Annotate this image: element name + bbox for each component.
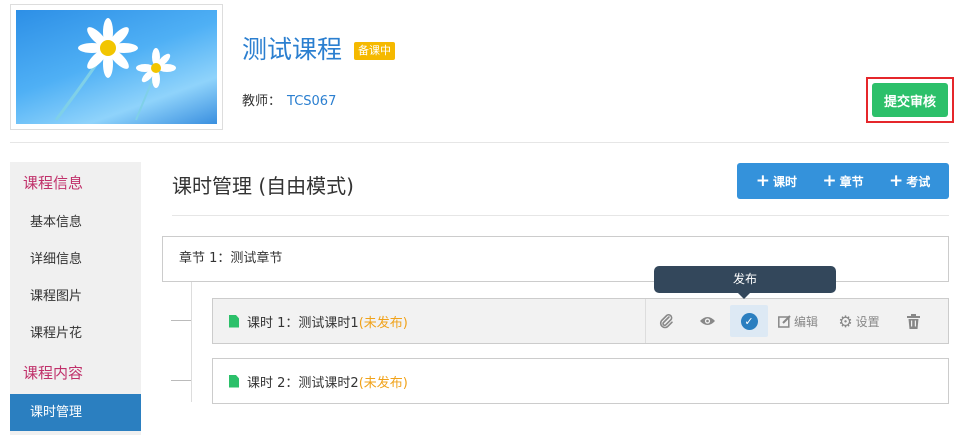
add-toolbar: + 课时 + 章节 + 考试 — [737, 163, 949, 199]
lesson-label: 课时 2： — [247, 375, 299, 391]
lesson-row[interactable]: 课时 2： 测试课时2 (未发布) — [212, 358, 949, 404]
settings-button[interactable]: ⚙ 设置 — [826, 299, 892, 343]
edit-icon — [778, 314, 791, 328]
publish-tooltip: 发布 — [654, 266, 836, 299]
sidebar-item-course-image[interactable]: 课程图片 — [10, 278, 141, 315]
plus-icon: + — [755, 170, 770, 191]
main-divider — [172, 215, 949, 216]
trash-icon — [906, 313, 920, 329]
delete-button[interactable] — [892, 299, 934, 343]
check-circle-icon: ✓ — [740, 312, 758, 330]
edit-label: 编辑 — [793, 314, 818, 329]
lesson-name: 测试课时2 — [298, 375, 359, 391]
sidebar-item-lesson-management[interactable]: 课时管理 — [10, 394, 141, 431]
edit-button[interactable]: 编辑 — [770, 299, 826, 343]
sidebar-group-course-info: 课程信息 — [23, 174, 84, 192]
submit-review-highlight: 提交审核 — [866, 77, 954, 123]
document-icon — [229, 374, 239, 388]
plus-icon: + — [822, 170, 837, 191]
lesson-status: (未发布) — [358, 375, 408, 391]
course-cover-image — [10, 4, 223, 130]
add-exam-label: 考试 — [906, 174, 931, 189]
teacher-name-link[interactable]: TCS067 — [287, 94, 336, 109]
chapter-label: 章节 1： — [179, 251, 231, 266]
lesson-row[interactable]: 课时 1： 测试课时1 (未发布) ✓ 编辑 ⚙ 设置 — [212, 298, 949, 344]
gear-icon: ⚙ — [838, 311, 853, 331]
page-title: 课时管理 (自由模式) — [172, 174, 354, 198]
preview-button[interactable] — [686, 299, 728, 343]
sidebar-item-detail-info[interactable]: 详细信息 — [10, 241, 141, 278]
tree-branch — [171, 320, 191, 321]
add-lesson-label: 课时 — [772, 174, 797, 189]
teacher-info: 教师： TCS067 — [242, 90, 336, 109]
add-chapter-button[interactable]: + 章节 — [822, 170, 864, 191]
lesson-actions: ✓ 编辑 ⚙ 设置 — [645, 299, 934, 343]
settings-label: 设置 — [855, 314, 880, 329]
publish-button[interactable]: ✓ — [728, 299, 770, 343]
tree-branch — [171, 380, 191, 381]
tree-connector — [191, 282, 192, 402]
sidebar-item-course-trailer[interactable]: 课程片花 — [10, 315, 141, 352]
status-badge: 备课中 — [354, 42, 395, 60]
course-title: 测试课程 — [242, 35, 343, 64]
add-chapter-label: 章节 — [839, 174, 864, 189]
add-lesson-button[interactable]: + 课时 — [755, 170, 797, 191]
lesson-name: 测试课时1 — [298, 315, 359, 331]
header-divider — [10, 142, 949, 143]
plus-icon: + — [889, 170, 904, 191]
chapter-name: 测试章节 — [230, 251, 283, 266]
lesson-label: 课时 1： — [247, 315, 299, 331]
document-icon — [229, 314, 239, 328]
sidebar: 课程信息 基本信息 详细信息 课程图片 课程片花 课程内容 课时管理 — [10, 162, 141, 435]
sidebar-group-course-content: 课程内容 — [23, 364, 84, 382]
lesson-status: (未发布) — [358, 315, 408, 331]
submit-review-button[interactable]: 提交审核 — [872, 83, 948, 117]
sidebar-item-basic-info[interactable]: 基本信息 — [10, 204, 141, 241]
attachment-button[interactable] — [646, 299, 686, 343]
paperclip-icon — [659, 314, 673, 329]
eye-icon — [699, 317, 715, 325]
teacher-label: 教师： — [242, 94, 282, 109]
add-exam-button[interactable]: + 考试 — [889, 170, 931, 191]
